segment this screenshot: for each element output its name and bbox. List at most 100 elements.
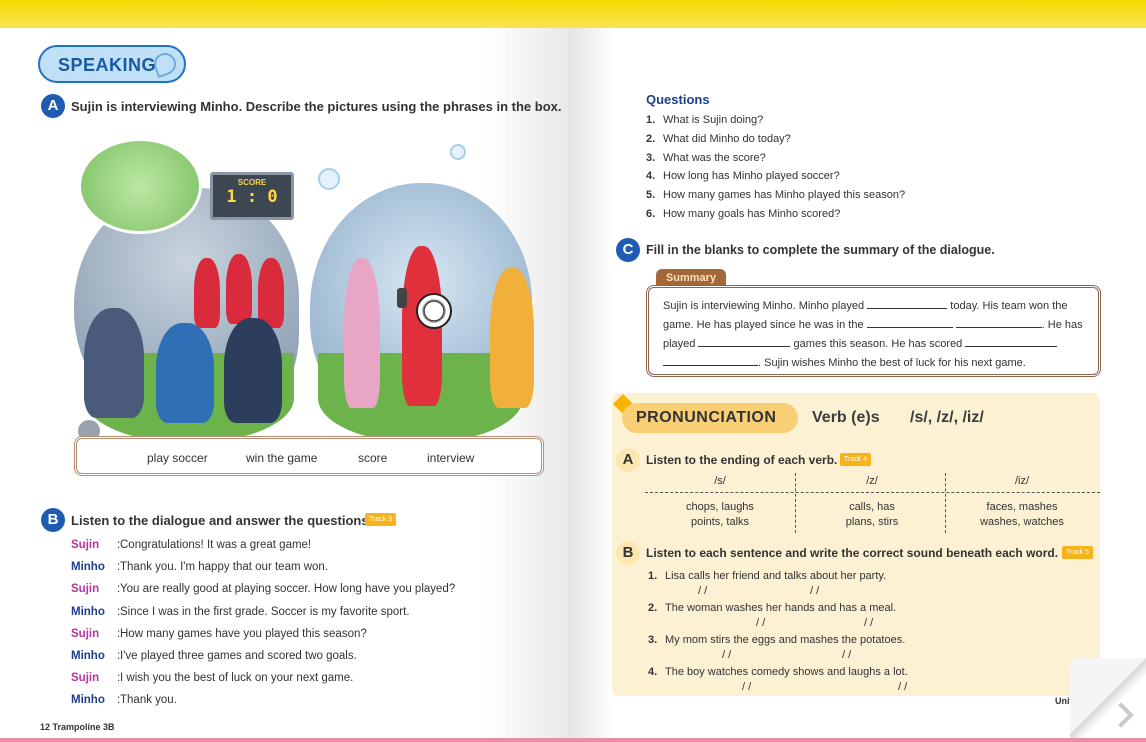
speaking-label: SPEAKING — [38, 45, 186, 83]
dialogue-line: Minho: Since I was in the first grade. So… — [71, 605, 410, 618]
pron-section-a: A Listen to the ending of each verb. Tra… — [616, 448, 872, 472]
answer-slash[interactable]: / / — [742, 681, 751, 693]
dialogue-line: Minho: Thank you. — [71, 694, 177, 707]
question-item: 5. How many games has Minho played this s… — [646, 189, 906, 202]
scoreboard-value: 1 : 0 — [226, 187, 278, 207]
question-item: 4. How long has Minho played soccer? — [646, 170, 840, 183]
speaking-label-text: SPEAKING — [58, 55, 157, 75]
pronunciation-sounds: /s/, /z/, /iz/ — [910, 409, 984, 426]
pron-section-a-instruction: Listen to the ending of each verb. — [646, 453, 838, 467]
blank-field[interactable] — [955, 316, 1042, 328]
table-header: /z/ — [866, 475, 878, 487]
track-3-badge[interactable]: Track 3 — [365, 513, 397, 526]
sentence-item: 1. Lisa calls her friend and talks about … — [648, 570, 887, 582]
answer-slash[interactable]: / / — [864, 617, 873, 629]
speaker-name: Minho — [71, 694, 105, 707]
player-figure — [226, 254, 252, 324]
dialogue-text: You are really good at playing soccer. H… — [120, 583, 456, 596]
microphone-icon — [397, 288, 407, 308]
blank-field[interactable] — [698, 335, 791, 347]
chevron-right-icon — [1108, 702, 1134, 728]
speaker-name: Minho — [71, 649, 105, 662]
answer-slash[interactable]: / / — [810, 585, 819, 597]
pron-section-b-instruction: Listen to each sentence and write the co… — [646, 546, 1059, 560]
table-cell: faces, mashes washes, watches — [980, 501, 1064, 528]
sentence-item: 4. The boy watches comedy shows and laugh… — [648, 666, 908, 678]
blank-field[interactable] — [867, 297, 948, 309]
blank-field[interactable] — [866, 316, 953, 328]
left-page: SPEAKING A Sujin is interviewing Minho. … — [0, 28, 568, 738]
dialogue-text: Thank you. I'm happy that our team won. — [120, 561, 329, 574]
soccer-ball — [416, 293, 452, 329]
sentence-item: 3. My mom stirs the eggs and mashes the p… — [648, 634, 906, 646]
dialogue-text: Thank you. — [120, 694, 177, 707]
blank-field[interactable] — [965, 335, 1058, 347]
dialogue-text: How many games have you played this seas… — [120, 627, 367, 640]
pronunciation-label: PRONUNCIATION — [622, 403, 798, 433]
sound-table: /s/ /z/ /iz/ chops, laughs points, talks … — [645, 473, 1100, 533]
illustration: SCORE 1 : 0 — [74, 138, 544, 443]
decor-bubble — [450, 144, 466, 160]
answer-slash[interactable]: / / — [722, 649, 731, 661]
dialogue-line: Minho: I've played three games and scored… — [71, 649, 357, 662]
table-cell: chops, laughs points, talks — [686, 501, 754, 528]
pron-section-b: B Listen to each sentence and write the … — [616, 541, 1094, 565]
player-figure — [194, 258, 220, 328]
fan-figure — [84, 308, 144, 418]
questions-heading: Questions — [646, 92, 710, 107]
phrase-item: interview — [427, 451, 475, 465]
speaker-name: Sujin — [71, 672, 100, 685]
section-c-badge: C — [616, 238, 640, 262]
sentence-item: 2. The woman washes her hands and has a m… — [648, 602, 897, 614]
section-b-badge: B — [41, 508, 65, 532]
phrase-item: win the game — [246, 451, 318, 465]
answer-slash[interactable]: / / — [898, 681, 907, 693]
player-figure — [258, 258, 284, 328]
column-divider — [795, 473, 796, 533]
table-divider — [645, 492, 1100, 493]
goal-thought-bubble — [78, 138, 202, 234]
questions-list: 1. What is Sujin doing? 2. What did Minho … — [646, 114, 905, 227]
section-a-badge: A — [41, 94, 65, 118]
dialogue-line: Sujin: I wish you the best of luck on you… — [71, 672, 354, 685]
bottom-bar — [0, 738, 1146, 742]
blank-field[interactable] — [663, 354, 758, 366]
table-header: /s/ — [714, 475, 726, 487]
section-c-instruction: Fill in the blanks to complete the summa… — [646, 243, 995, 257]
question-item: 1. What is Sujin doing? — [646, 114, 764, 126]
dialogue-line: Sujin: You are really good at playing soc… — [71, 583, 456, 596]
table-header: /iz/ — [1014, 475, 1030, 487]
dialogue-text: I've played three games and scored two g… — [120, 649, 357, 662]
right-page: Questions 1. What is Sujin doing? 2. What … — [568, 28, 1146, 738]
decor-bubble — [318, 168, 340, 190]
dialogue-line: Sujin: How many games have you played thi… — [71, 627, 367, 640]
question-item: 2. What did Minho do today? — [646, 132, 791, 145]
dialogue-text: Congratulations! It was a great game! — [120, 539, 312, 551]
section-b-instruction: Listen to the dialogue and answer the qu… — [71, 513, 373, 528]
speaker-name: Sujin — [71, 627, 100, 640]
dialogue-line: Sujin: Congratulations! It was a great ga… — [71, 539, 312, 551]
track-5-badge[interactable]: Track 5 — [1062, 546, 1094, 559]
answer-slash[interactable]: / / — [756, 617, 765, 629]
next-page-button[interactable] — [1070, 658, 1146, 738]
fan-figure — [156, 323, 214, 423]
pronunciation-panel: PRONUNCIATION Verb (e)s /s/, /z/, /iz/ A… — [612, 393, 1100, 696]
table-cell: calls, has plans, stirs — [845, 501, 899, 528]
scoreboard-label: SCORE — [237, 178, 267, 187]
pron-section-a-badge: A — [616, 448, 640, 472]
dialogue: Sujin: Congratulations! It was a great ga… — [71, 539, 541, 717]
phrase-item: score — [358, 451, 388, 465]
speaker-name: Minho — [71, 605, 105, 618]
section-a: A Sujin is interviewing Minho. Describe … — [41, 94, 561, 118]
dialogue-text: Since I was in the first grade. Soccer i… — [120, 605, 410, 618]
dialogue-line: Minho: Thank you. I'm happy that our team… — [71, 561, 329, 574]
page-footer: 12 Trampoline 3B — [40, 722, 115, 732]
section-a-instruction: Sujin is interviewing Minho. Describe th… — [71, 99, 562, 114]
track-4-badge[interactable]: Track 4 — [840, 453, 872, 466]
question-item: 6. How many goals has Minho scored? — [646, 207, 841, 220]
answer-slash[interactable]: / / — [698, 585, 707, 597]
question-item: 3. What was the score? — [646, 151, 766, 164]
speaker-name: Sujin — [71, 539, 100, 551]
section-c: C Fill in the blanks to complete the sum… — [616, 238, 995, 262]
answer-slash[interactable]: / / — [842, 649, 851, 661]
